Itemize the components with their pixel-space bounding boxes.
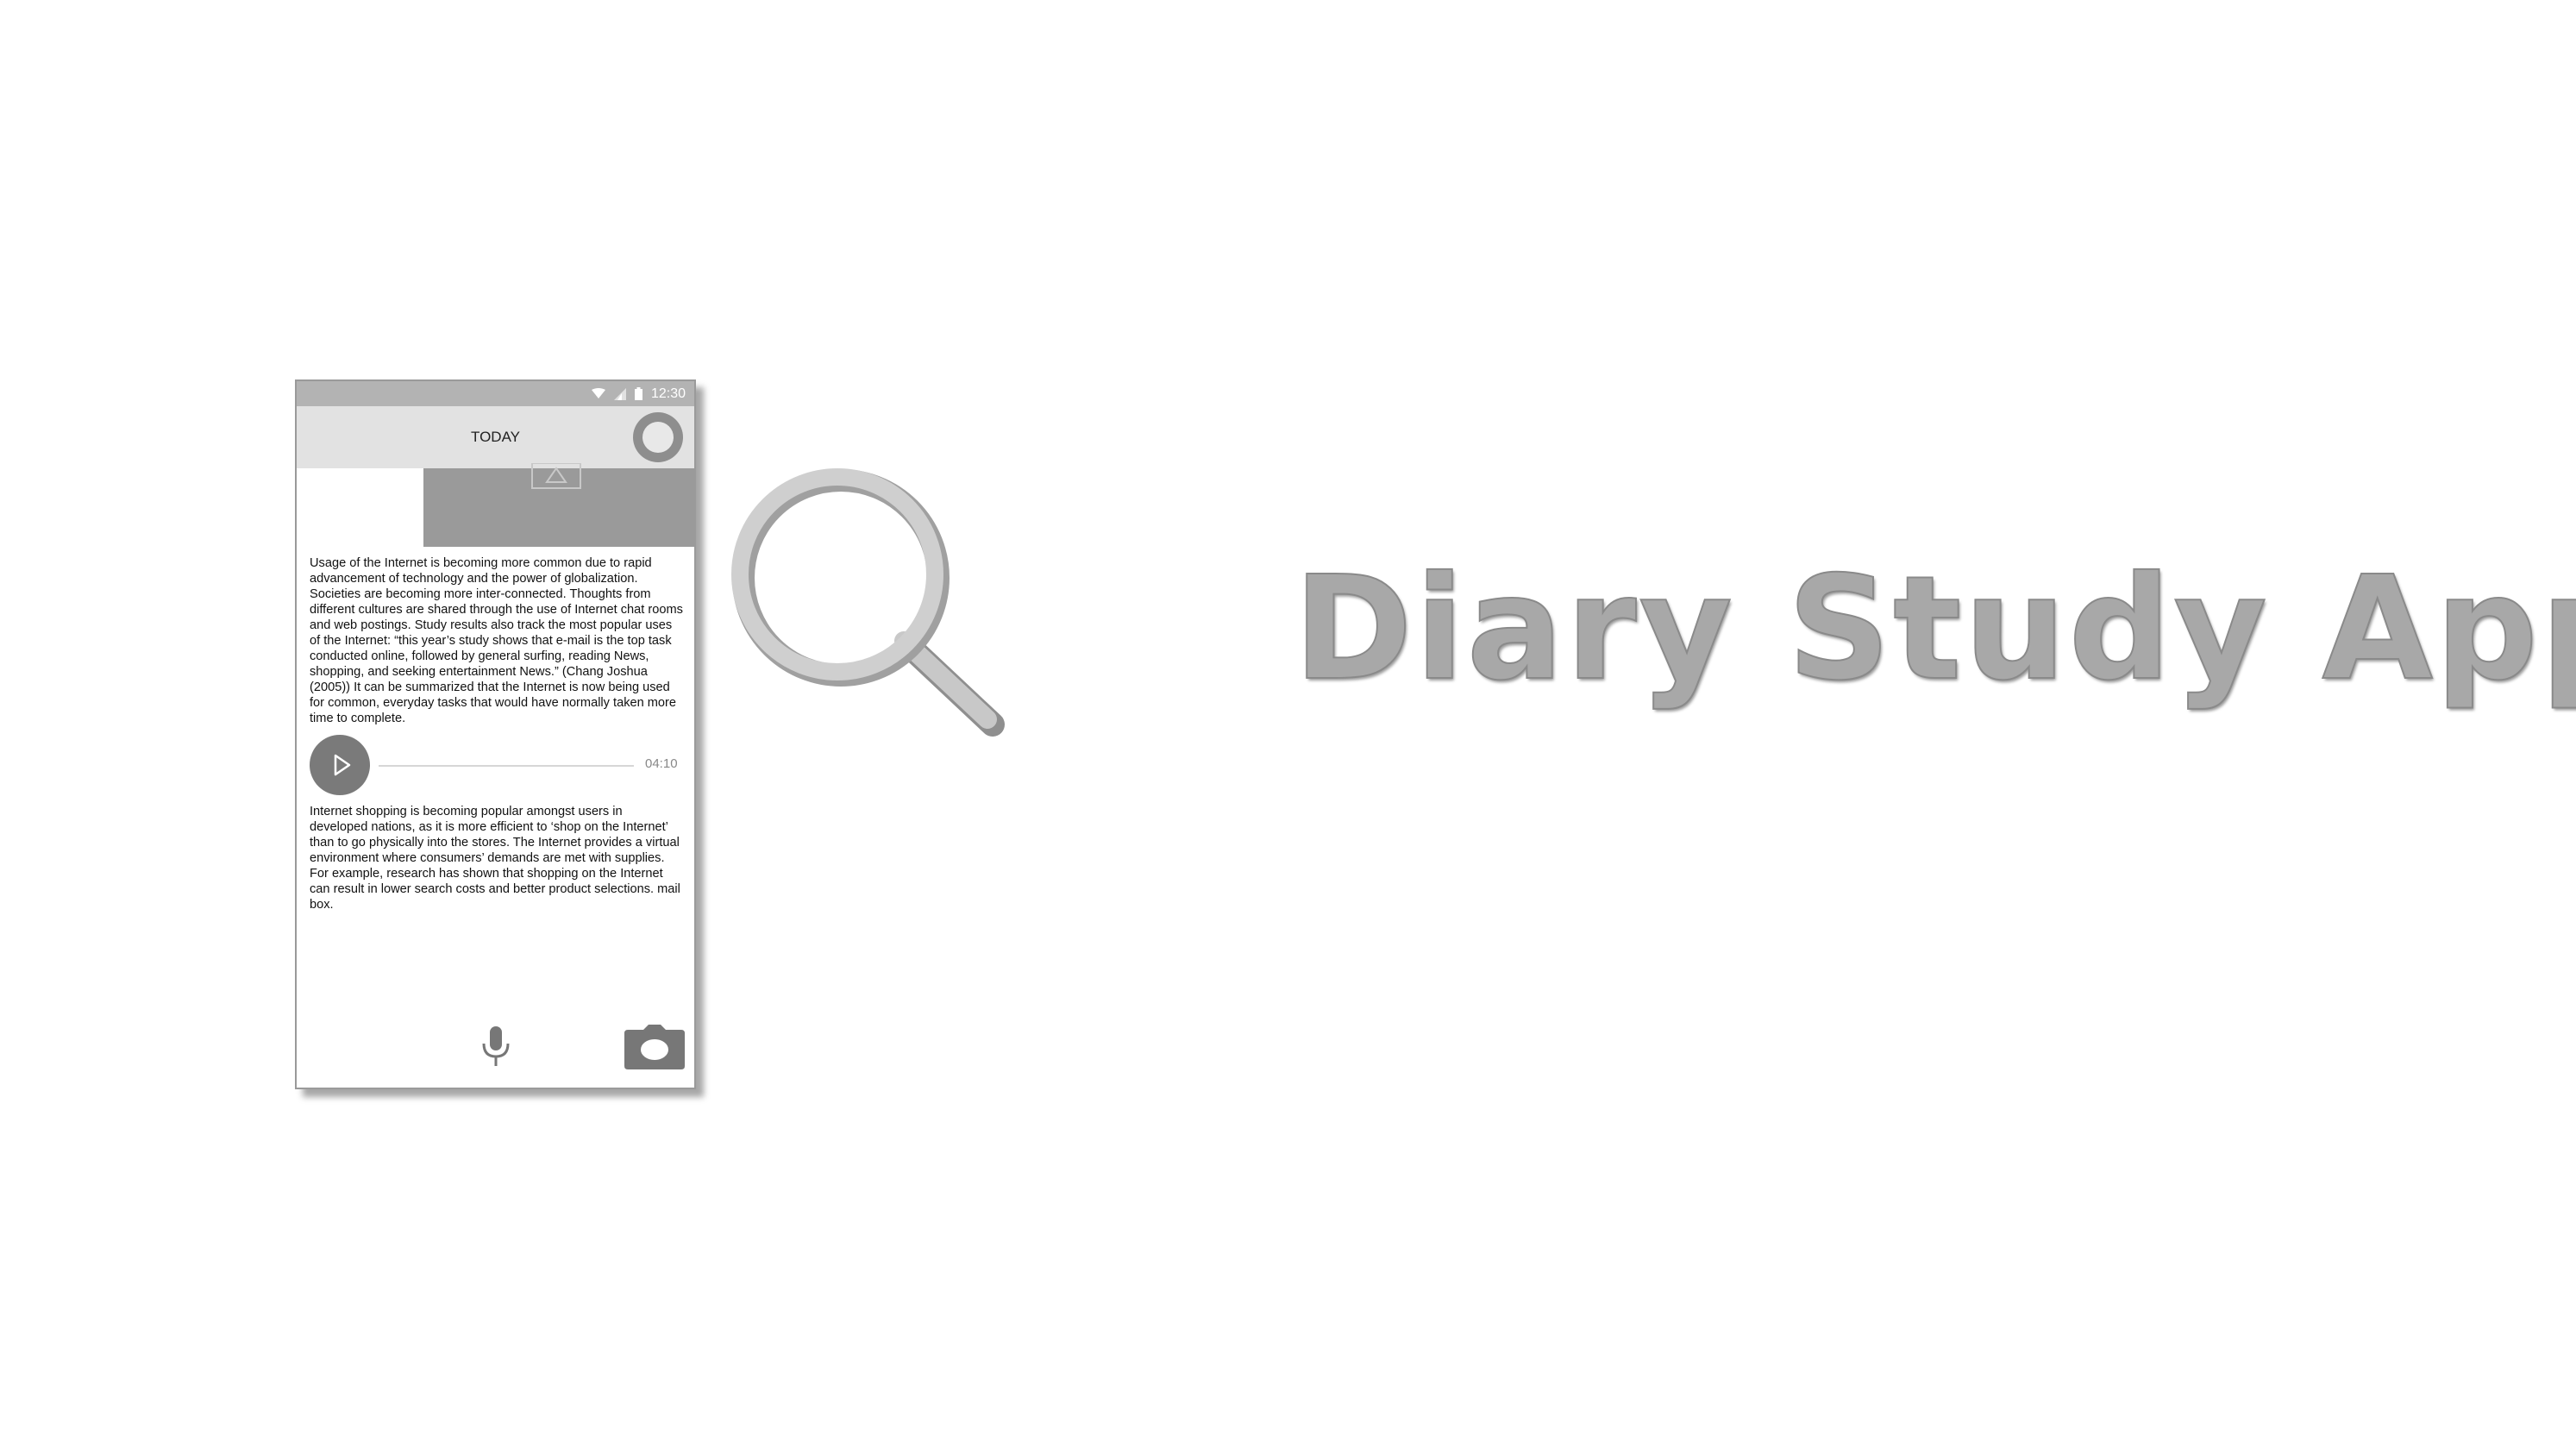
app-title-headline: Diary Study App	[1293, 546, 2576, 712]
battery-icon	[634, 387, 642, 400]
circle-button-icon[interactable]	[633, 412, 683, 462]
status-bar: 12:30	[297, 381, 694, 406]
camera-icon	[624, 1025, 685, 1069]
app-bar: TODAY	[297, 406, 694, 468]
audio-duration: 04:10	[645, 756, 678, 771]
microphone-button[interactable]	[479, 1025, 513, 1068]
image-placeholder-icon	[531, 463, 581, 489]
signal-icon	[613, 387, 626, 400]
entry-paragraph-2: Internet shopping is becoming popular am…	[310, 805, 680, 912]
entry-paragraph-1: Usage of the Internet is becoming more c…	[310, 556, 683, 725]
status-time: 12:30	[650, 386, 686, 401]
audio-progress-track[interactable]	[379, 765, 634, 767]
entry-image[interactable]	[423, 463, 694, 547]
play-icon	[334, 754, 351, 776]
play-button[interactable]	[310, 735, 370, 795]
audio-player: 04:10	[310, 735, 689, 795]
magnifying-glass-icon	[731, 468, 1005, 737]
microphone-icon	[482, 1026, 510, 1066]
wifi-icon	[591, 387, 605, 398]
camera-button[interactable]	[624, 1025, 685, 1069]
phone-mockup: 12:30 TODAY Usage of the Internet is bec…	[295, 379, 696, 1089]
